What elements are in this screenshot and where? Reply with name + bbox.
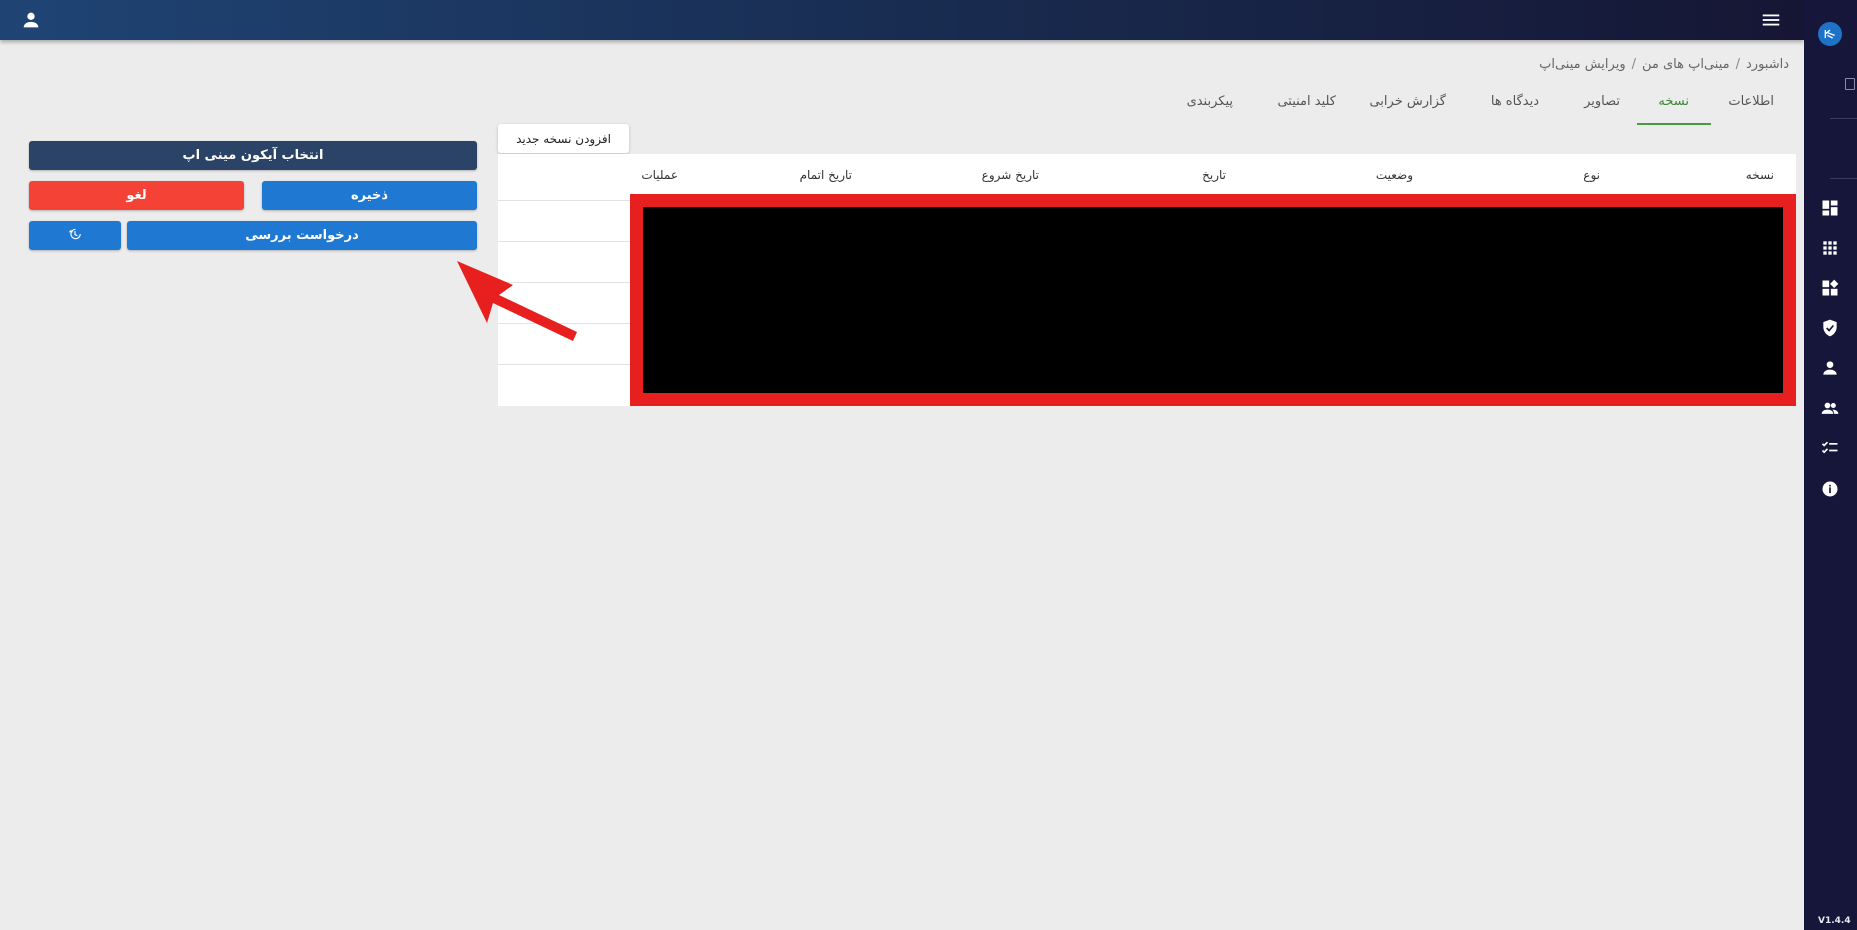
broken-image-icon (1845, 78, 1855, 90)
dashboard-icon[interactable] (1820, 198, 1840, 218)
group-icon[interactable] (1820, 398, 1840, 418)
save-button[interactable]: ذخیره (262, 181, 477, 210)
user-icon[interactable] (20, 9, 42, 31)
app-logo-icon[interactable] (1818, 22, 1842, 46)
tab-info[interactable]: اطلاعات (1728, 94, 1774, 109)
top-app-bar (0, 0, 1804, 40)
app-version: V1.4.4 (1818, 916, 1851, 926)
column-header-date: تاریخ (1202, 168, 1226, 182)
tab-bug-report[interactable]: گزارش خرابی (1369, 94, 1446, 109)
hamburger-menu-icon[interactable] (1760, 9, 1782, 31)
redacted-table-rows (630, 194, 1796, 406)
column-header-type: نوع (1583, 168, 1600, 182)
history-icon (68, 227, 82, 245)
column-header-version: نسخه (1745, 168, 1774, 182)
cancel-button[interactable]: لغو (29, 181, 244, 210)
breadcrumb: داشبورد / مینی‌اپ های من / ویرایش مینی‌اپ (1539, 57, 1789, 72)
history-button[interactable] (29, 221, 121, 250)
widgets-icon[interactable] (1820, 278, 1840, 298)
verified-shield-icon[interactable] (1820, 318, 1840, 338)
sidebar-divider (1830, 178, 1857, 179)
column-header-start-date: تاریخ شروع (981, 168, 1039, 182)
select-miniapp-icon-button[interactable]: انتخاب آیکون مینی اپ (29, 141, 477, 170)
tab-config[interactable]: پیکربندی (1187, 94, 1233, 109)
add-new-version-button[interactable]: افزودن نسخه جدید (498, 124, 629, 153)
breadcrumb-separator: / (1735, 57, 1740, 72)
breadcrumb-edit-miniapp: ویرایش مینی‌اپ (1539, 57, 1626, 72)
annotation-arrow-icon (457, 261, 577, 341)
column-header-operations: عملیات (641, 168, 678, 182)
tab-reviews[interactable]: دیدگاه ها (1491, 94, 1539, 109)
info-icon[interactable] (1820, 479, 1840, 499)
tab-security-key[interactable]: کلید امنیتی (1277, 94, 1336, 109)
active-tab-indicator (1637, 123, 1711, 125)
table-row-divider (498, 364, 630, 365)
breadcrumb-dashboard[interactable]: داشبورد (1746, 57, 1789, 72)
breadcrumb-separator: / (1631, 57, 1636, 72)
table-row-divider (498, 241, 630, 242)
request-review-button[interactable]: درخواست بررسی (127, 221, 477, 250)
checklist-icon[interactable] (1820, 438, 1840, 458)
tab-images[interactable]: تصاویر (1584, 94, 1620, 109)
sidebar-divider (1830, 118, 1857, 119)
apps-grid-icon[interactable] (1820, 238, 1840, 258)
side-navigation: V1.4.4 (1804, 0, 1857, 930)
column-header-status: وضعیت (1375, 168, 1413, 182)
person-icon[interactable] (1820, 358, 1840, 378)
column-header-end-date: تاریخ اتمام (799, 168, 852, 182)
tab-version[interactable]: نسخه (1658, 94, 1689, 109)
breadcrumb-my-miniapps[interactable]: مینی‌اپ های من (1642, 57, 1730, 72)
